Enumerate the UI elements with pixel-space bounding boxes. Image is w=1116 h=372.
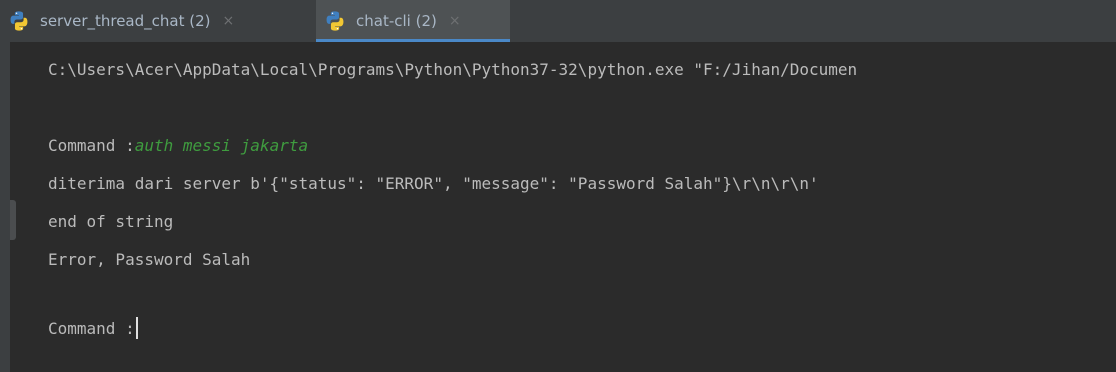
close-icon[interactable]: × bbox=[223, 13, 235, 29]
tool-window-strip bbox=[0, 0, 10, 372]
text-caret bbox=[135, 317, 138, 339]
tab-label: chat-cli (2) bbox=[356, 12, 437, 30]
console-line-active-prompt[interactable]: Command : bbox=[48, 317, 138, 339]
console-line-error: Error, Password Salah bbox=[48, 250, 251, 269]
console-line-end-of-string: end of string bbox=[48, 212, 174, 231]
prompt-label: Command : bbox=[48, 136, 135, 155]
run-console-window: server_thread_chat (2) × chat-cli (2) × … bbox=[0, 0, 1116, 372]
prompt-label: Command : bbox=[48, 319, 135, 338]
tab-chat-cli[interactable]: chat-cli (2) × bbox=[316, 0, 510, 42]
python-icon bbox=[326, 11, 344, 31]
scroll-marker bbox=[10, 200, 16, 240]
console-output[interactable]: C:\Users\Acer\AppData\Local\Programs\Pyt… bbox=[10, 42, 1116, 372]
console-line-response: diterima dari server b'{"status": "ERROR… bbox=[48, 174, 819, 193]
close-icon[interactable]: × bbox=[449, 13, 461, 29]
user-input-text: auth messi jakarta bbox=[134, 136, 309, 155]
console-line-prompt: Command :auth messi jakarta bbox=[48, 136, 308, 155]
python-icon bbox=[10, 11, 28, 31]
tab-server-thread-chat[interactable]: server_thread_chat (2) × bbox=[0, 0, 300, 42]
run-tab-bar: server_thread_chat (2) × chat-cli (2) × bbox=[0, 0, 1116, 42]
console-line-command: C:\Users\Acer\AppData\Local\Programs\Pyt… bbox=[48, 60, 858, 79]
tab-label: server_thread_chat (2) bbox=[40, 12, 211, 30]
